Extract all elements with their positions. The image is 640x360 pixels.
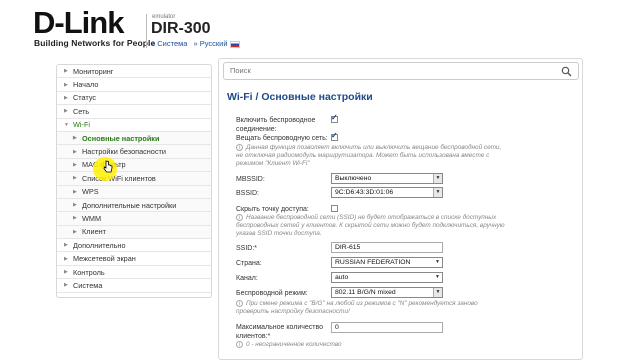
- arrow-right-icon: ▶: [73, 135, 77, 142]
- info-icon: i: [236, 341, 243, 348]
- sidebar-item-client[interactable]: ▶ Клиент: [57, 225, 211, 240]
- wireless-mode-note: i При смене режима с "B/G" на любой из ре…: [236, 300, 478, 316]
- dlink-logo: D-Link: [33, 5, 124, 40]
- arrow-right-icon: ▶: [73, 175, 77, 182]
- broadcast-checkbox[interactable]: [331, 131, 338, 141]
- sidebar-item-status[interactable]: ▶ Статус: [57, 92, 211, 106]
- sidebar-item-wifi-basic[interactable]: ▶ Основные настройки: [57, 131, 211, 146]
- mbssid-label: MBSSID:: [236, 176, 265, 183]
- channel-label: Канал:: [236, 275, 258, 282]
- model-name: DIR-300: [151, 20, 211, 37]
- max-clients-input[interactable]: 0: [331, 322, 443, 333]
- wireless-mode-select[interactable]: 802.11 B/G/N mixed ▼: [331, 287, 443, 298]
- sidebar-item-wifi-security[interactable]: ▶ Настройки безопасности: [57, 145, 211, 159]
- sidebar-item-wps[interactable]: ▶ WPS: [57, 185, 211, 199]
- max-clients-note: i0 - неограниченное количество: [236, 341, 506, 349]
- country-label: Страна:: [236, 260, 262, 267]
- arrow-right-icon: ▶: [64, 94, 68, 101]
- hide-ap-label: Скрыть точку доступа:: [236, 206, 309, 213]
- search-box: [223, 62, 579, 80]
- sidebar-nav: ▶ Мониторинг ▶ Начало ▶ Статус ▶ Сеть ▼ Wi-Fi…: [56, 64, 212, 298]
- arrow-right-icon: ▶: [64, 68, 68, 75]
- arrow-right-icon: ▶: [64, 282, 68, 289]
- arrow-right-icon: ▶: [73, 188, 77, 195]
- sidebar-item-wifi-advanced[interactable]: ▶ Дополнительные настройки: [57, 198, 211, 213]
- sidebar-item-wifi-clients[interactable]: ▶ Список WiFi клиентов: [57, 172, 211, 186]
- sidebar-item-control[interactable]: ▶ Контроль: [57, 266, 211, 280]
- hide-ap-checkbox[interactable]: [331, 205, 338, 212]
- logo-tagline: Building Networks for People: [34, 38, 156, 48]
- arrow-right-icon: ▶: [64, 242, 68, 249]
- arrow-right-icon: ▶: [64, 108, 68, 115]
- country-select[interactable]: RUSSIAN FEDERATION ▼: [331, 257, 443, 268]
- header: D-Link Building Networks for People emul…: [0, 0, 640, 58]
- hand-cursor-icon: [103, 160, 113, 173]
- sidebar-item-system[interactable]: ▶ Система: [57, 279, 211, 293]
- main-panel: Wi-Fi / Основные настройки Включить бесп…: [218, 58, 583, 360]
- enable-wireless-label: Включить беспроводное соединение:: [236, 117, 316, 133]
- page-title: Wi-Fi / Основные настройки: [227, 91, 373, 103]
- ssid-input[interactable]: DIR-615: [331, 242, 443, 253]
- info-icon: i: [236, 214, 243, 221]
- chevron-down-icon: ▼: [433, 188, 442, 197]
- arrow-right-icon: ▶: [73, 228, 77, 235]
- arrow-right-icon: ▶: [73, 161, 77, 168]
- sidebar-item-network[interactable]: ▶ Сеть: [57, 105, 211, 119]
- arrow-right-icon: ▶: [73, 202, 77, 209]
- chevron-down-icon: ▼: [433, 174, 442, 183]
- sidebar-item-firewall[interactable]: ▶ Межсетевой экран: [57, 252, 211, 266]
- sidebar-item-mac-filter[interactable]: ▶MAC-фильтр: [57, 158, 211, 173]
- arrow-right-icon: ▶: [64, 81, 68, 88]
- language-link[interactable]: » Русский: [193, 39, 240, 48]
- chevron-down-icon: ▼: [435, 259, 440, 265]
- mbssid-select[interactable]: Выключено ▼: [331, 173, 443, 184]
- chevron-down-icon: ▼: [433, 288, 442, 297]
- sidebar-item-start[interactable]: ▶ Начало: [57, 78, 211, 92]
- sidebar-item-wifi[interactable]: ▼ Wi-Fi: [57, 119, 211, 132]
- arrow-right-icon: ▶: [64, 255, 68, 262]
- channel-select[interactable]: auto ▼: [331, 272, 443, 283]
- search-input[interactable]: [230, 66, 540, 75]
- header-links: » Система » Русский: [151, 39, 240, 48]
- bssid-select[interactable]: 9C:D6:43:3D:01:06 ▼: [331, 187, 443, 198]
- arrow-right-icon: ▶: [73, 148, 77, 155]
- search-icon[interactable]: [561, 66, 572, 77]
- enable-wireless-checkbox[interactable]: [331, 113, 338, 123]
- system-link[interactable]: » Система: [151, 39, 187, 48]
- info-icon: i: [236, 144, 243, 151]
- wireless-mode-label: Беспроводной режим:: [236, 290, 308, 297]
- max-clients-label: Максимальное количество клиентов:*: [236, 324, 324, 340]
- broadcast-note: i Данная функция позволяет включить или в…: [236, 144, 502, 168]
- arrow-right-icon: ▶: [73, 215, 77, 222]
- arrow-down-icon: ▼: [64, 121, 69, 128]
- hide-ap-note: i Название беспроводной сети (SSID) не бу…: [236, 214, 505, 238]
- sidebar-item-monitoring[interactable]: ▶ Мониторинг: [57, 65, 211, 79]
- russian-flag-icon: [229, 40, 240, 48]
- broadcast-label: Вещать беспроводную сеть:: [236, 135, 328, 142]
- chevron-down-icon: ▼: [435, 274, 440, 280]
- arrow-right-icon: ▶: [64, 269, 68, 276]
- info-icon: i: [236, 300, 243, 307]
- bssid-label: BSSID:: [236, 190, 259, 197]
- ssid-label: SSID:*: [236, 245, 258, 252]
- header-divider: [146, 14, 147, 48]
- sidebar-item-wmm[interactable]: ▶ WMM: [57, 212, 211, 226]
- sidebar-item-advanced[interactable]: ▶ Дополнительно: [57, 239, 211, 253]
